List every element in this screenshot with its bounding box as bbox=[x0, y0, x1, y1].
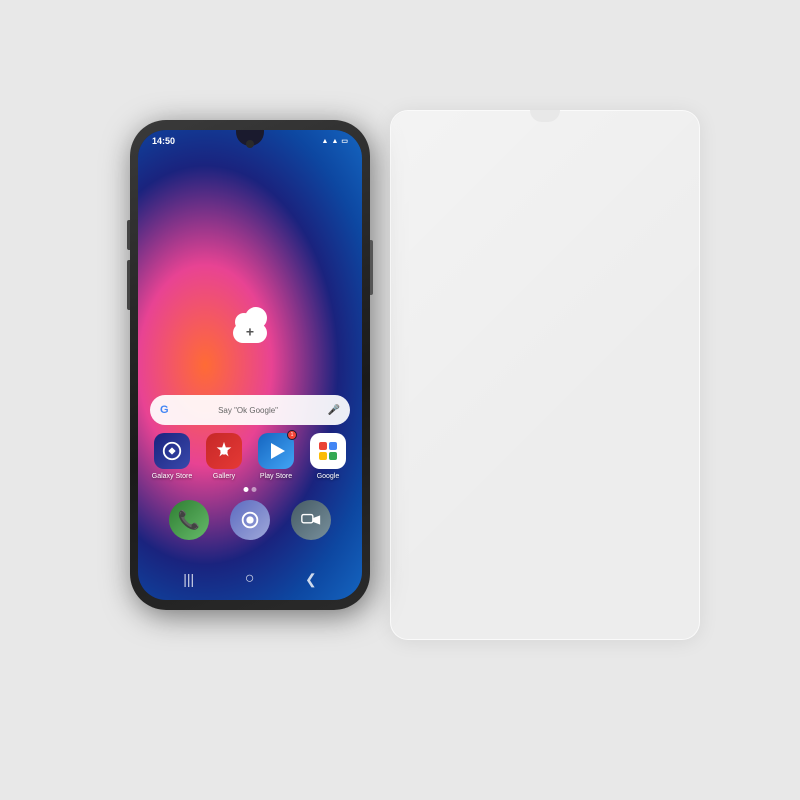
recent-button[interactable]: ||| bbox=[183, 571, 194, 587]
page-indicator bbox=[244, 487, 257, 492]
google-grid-icon bbox=[315, 438, 341, 464]
gallery-label: Gallery bbox=[213, 473, 235, 480]
home-button[interactable]: ○ bbox=[245, 570, 255, 588]
google-search-bar[interactable]: G Say "Ok Google" 🎤 bbox=[150, 395, 350, 425]
app-google[interactable]: Google bbox=[305, 433, 351, 480]
dock-phone[interactable]: 📞 bbox=[169, 500, 209, 540]
phone-body: 14:50 ▲ ▲ ▭ + bbox=[130, 120, 370, 610]
page-dot-1 bbox=[244, 487, 249, 492]
cloud-plus-icon: + bbox=[246, 323, 254, 339]
power-button bbox=[370, 240, 373, 295]
galaxy-store-label: Galaxy Store bbox=[152, 473, 192, 480]
cloud-icon: + bbox=[225, 309, 275, 343]
page-dot-2 bbox=[252, 487, 257, 492]
cloud-widget: + bbox=[225, 309, 275, 343]
google-g-logo: G bbox=[160, 404, 169, 416]
gallery-icon bbox=[206, 433, 242, 469]
volume-down-button bbox=[127, 260, 130, 310]
google-label: Google bbox=[317, 473, 340, 480]
phone-screen: 14:50 ▲ ▲ ▭ + bbox=[138, 130, 362, 600]
nav-bar: ||| ○ ❮ bbox=[138, 570, 362, 588]
play-store-label: Play Store bbox=[260, 473, 292, 480]
glass-notch bbox=[530, 110, 560, 122]
battery-icon: ▭ bbox=[341, 137, 348, 145]
app-galaxy-store[interactable]: Galaxy Store bbox=[149, 433, 195, 480]
back-button[interactable]: ❮ bbox=[305, 571, 317, 588]
product-scene: 14:50 ▲ ▲ ▭ + bbox=[0, 0, 800, 800]
glass-protector bbox=[390, 110, 700, 640]
app-icons-row: Galaxy Store Gallery bbox=[138, 433, 362, 480]
play-triangle-icon bbox=[271, 443, 285, 459]
phone-device: 14:50 ▲ ▲ ▭ + bbox=[130, 120, 370, 610]
app-play-store[interactable]: 1 Play Store bbox=[253, 433, 299, 480]
play-store-badge: 1 bbox=[287, 430, 297, 440]
status-time: 14:50 bbox=[152, 136, 175, 146]
dock-camera[interactable] bbox=[291, 500, 331, 540]
wifi-icon: ▲ bbox=[322, 138, 329, 145]
app-gallery[interactable]: Gallery bbox=[201, 433, 247, 480]
dock-bixby[interactable] bbox=[230, 500, 270, 540]
volume-up-button bbox=[127, 220, 130, 250]
google-icon bbox=[310, 433, 346, 469]
signal-icon: ▲ bbox=[331, 138, 338, 145]
mic-icon[interactable]: 🎤 bbox=[328, 405, 340, 416]
play-store-icon: 1 bbox=[258, 433, 294, 469]
status-icons: ▲ ▲ ▭ bbox=[322, 137, 349, 145]
galaxy-store-icon bbox=[154, 433, 190, 469]
search-placeholder: Say "Ok Google" bbox=[175, 406, 322, 415]
front-camera bbox=[246, 140, 254, 148]
dock-row: 📞 bbox=[138, 500, 362, 540]
